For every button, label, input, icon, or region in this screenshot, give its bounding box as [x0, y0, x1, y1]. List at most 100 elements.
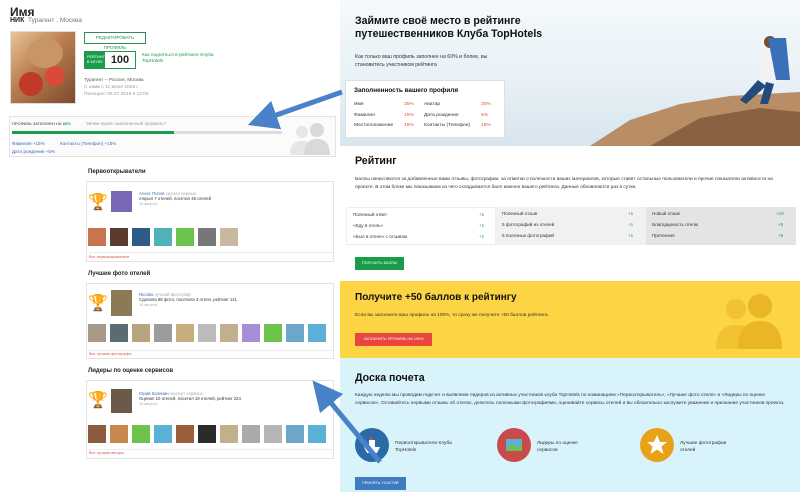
points-value: +1 [628, 233, 634, 238]
all-photographers-link[interactable]: Все лучшие фотографы [89, 352, 131, 356]
section-title-best-photos: Лучшие фото отелей [88, 271, 151, 277]
thumb-photo[interactable] [176, 324, 194, 342]
thumb-photo[interactable] [176, 425, 194, 443]
points-value: +1 [628, 222, 634, 227]
rank-label: РЕЙТИНГ В КЛУБЕ [85, 52, 105, 68]
hero-title: Займите своё место в рейтинге путешестве… [355, 15, 543, 40]
fill-item-surname[interactable]: Фамилия +15% [12, 141, 45, 146]
thumb-photo[interactable] [110, 324, 128, 342]
points-value: +1 [479, 212, 485, 217]
points-value: +5 [778, 233, 784, 238]
avatar[interactable] [10, 31, 76, 104]
completeness-label: Местоположение [354, 123, 394, 128]
thumb-photo[interactable] [286, 425, 304, 443]
points-label: 5 полезных фотографий [502, 233, 554, 238]
thumb-photo[interactable] [242, 425, 260, 443]
points-label: Претензия [652, 233, 675, 238]
points-value: +5 [778, 222, 784, 227]
card-divider [87, 449, 333, 450]
completeness-pct: 15% [404, 123, 414, 128]
trophy-icon: 🏆 [88, 295, 108, 312]
profile-info-since: С нами с 11 июня 2019 г. [84, 85, 139, 90]
completeness-table: Имя 25% Аватар 20% Фамилия 15% Дата рожд… [354, 102, 499, 134]
thumb-photo[interactable] [132, 228, 150, 246]
thumb-photo[interactable] [88, 324, 106, 342]
fill-item-contacts[interactable]: Контакты (Телефон) +15% [60, 141, 116, 146]
thumb-photo[interactable] [242, 324, 260, 342]
leader-date: 18 августа [139, 201, 158, 206]
profile-nick-line: НИК Турагент , Москва [10, 17, 82, 24]
thumb-photo[interactable] [198, 228, 216, 246]
thumb-photo[interactable] [154, 228, 172, 246]
leader-date: 18 августа [139, 302, 158, 307]
all-authors-link[interactable]: Все лучшие авторы [89, 451, 124, 455]
fill-why-link[interactable]: Зачем нужен заполненный профиль? [86, 121, 166, 126]
completeness-pct: 15% [481, 123, 491, 128]
leader-avatar[interactable] [111, 389, 132, 413]
points-column: Полезный отзыв +1 5 фотографий из отелей… [496, 207, 646, 245]
get-points-button[interactable]: ПОЛУЧИТЬ БАЛЛЫ [355, 257, 404, 270]
category-service-label: Лидеры по оценке сервисов [537, 441, 578, 453]
people-silhouette-icon [716, 294, 782, 349]
thumb-photo[interactable] [110, 425, 128, 443]
fill-item-birthday[interactable]: Дата рождения +5% [12, 149, 55, 154]
section-title-service-leaders: Лидеры по оценке сервисов [88, 368, 174, 374]
thumb-photo[interactable] [198, 324, 216, 342]
edit-profile-button[interactable]: РЕДАКТИРОВАТЬ ПРОФИЛЬ [84, 32, 146, 50]
star-icon [640, 428, 674, 462]
fill-progress-bar [12, 131, 174, 134]
honor-description: Каждую неделю мы проводим подсчет и выяв… [355, 393, 785, 406]
completeness-pct: 25% [404, 102, 414, 107]
completeness-pct: 20% [481, 102, 491, 107]
hero-subtitle: Как только ваш профиль заполнен на 60% и… [355, 54, 488, 68]
category-photos-label: Лучшие фотографии отелей [680, 441, 727, 453]
participate-button[interactable]: ПРИНЯТЬ УЧАСТИЕ [355, 477, 406, 490]
points-label: 5 фотографий из отелей [502, 222, 555, 227]
thumb-photo[interactable] [198, 425, 216, 443]
leader-avatar[interactable] [111, 191, 132, 212]
thumb-photo[interactable] [88, 425, 106, 443]
rank-value: 100 [110, 54, 130, 66]
thumb-photo[interactable] [132, 425, 150, 443]
rank-badge: РЕЙТИНГ В КЛУБЕ 100 [84, 51, 136, 69]
thumb-photo[interactable] [264, 324, 282, 342]
bonus-description: Если вы заполните ваш профиль на 100%, т… [355, 313, 549, 318]
points-label: «Еду в отель» [353, 223, 384, 228]
leader-avatar[interactable] [111, 290, 132, 316]
completeness-pct: 15% [404, 113, 414, 118]
completeness-pct: 5% [481, 113, 489, 118]
all-pioneers-link[interactable]: Все первооткрыватели [89, 255, 129, 259]
leader-date: 18 августа [139, 401, 158, 406]
thumb-photo[interactable] [308, 425, 326, 443]
thumb-photo[interactable] [308, 324, 326, 342]
thumb-photo[interactable] [220, 324, 238, 342]
thumb-photo[interactable] [110, 228, 128, 246]
thumb-photo[interactable] [220, 228, 238, 246]
rating-title: Рейтинг [355, 155, 397, 167]
thumb-photo[interactable] [286, 324, 304, 342]
ship-icon [355, 428, 389, 462]
fill-label-text: ПРОФИЛЬ ЗАПОЛНЕН НА [12, 121, 62, 126]
thumb-photo[interactable] [176, 228, 194, 246]
points-column: Полезный ответ +1 «Еду в отель» +1 «Был … [346, 207, 496, 245]
thumb-photo[interactable] [132, 324, 150, 342]
card-divider [87, 350, 333, 351]
thumb-photo[interactable] [154, 324, 172, 342]
rank-help-link[interactable]: Как подняться в рейтинге Клуба TopHotels [142, 53, 222, 65]
points-label: Полезный ответ [353, 212, 388, 217]
points-column: Новый отзыв +10 Благодарность отелю +5 П… [646, 207, 796, 245]
thumb-photo[interactable] [264, 425, 282, 443]
leader-stats: Оценил 10 отелей, посетил 19 отелей, рей… [139, 396, 241, 401]
thumb-photo[interactable] [220, 425, 238, 443]
points-value: +1 [628, 211, 634, 216]
card-divider [87, 252, 333, 253]
trophy-icon: 🏆 [88, 194, 108, 211]
map-icon [497, 428, 531, 462]
leader-info: Алекс Попов сделал первые открыл 7 отеле… [139, 191, 211, 206]
thumb-photo[interactable] [154, 425, 172, 443]
fill-profile-button[interactable]: ЗАПОЛНИТЬ ПРОФИЛЬ НА 100% [355, 333, 432, 346]
bonus-title: Получите +50 баллов к рейтингу [355, 292, 517, 303]
category-pioneers-label: Первооткрыватели Клуба TopHotels [395, 441, 452, 453]
thumb-photo[interactable] [88, 228, 106, 246]
section-title-pioneers: Первооткрыватели [88, 169, 146, 175]
